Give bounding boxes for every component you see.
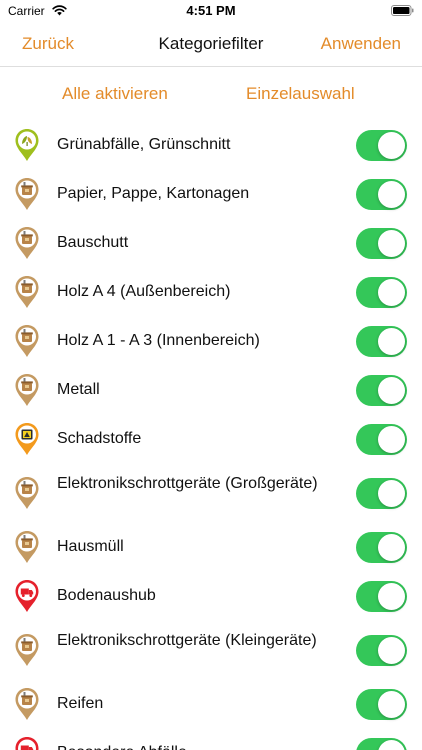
category-toggle[interactable] <box>356 179 407 210</box>
category-label: Schadstoffe <box>57 430 142 447</box>
category-row: Grünabfälle, Grünschnitt <box>0 121 422 170</box>
single-select-button[interactable]: Einzelauswahl <box>246 84 355 104</box>
green-waste-pin-icon <box>14 128 40 162</box>
category-label: Bodenaushub <box>57 587 156 604</box>
category-label: Papier, Pappe, Kartonagen <box>57 185 250 202</box>
category-toggle[interactable] <box>356 424 407 455</box>
selection-actions: Alle aktivieren Einzelauswahl <box>0 67 422 121</box>
category-toggle[interactable] <box>356 326 407 357</box>
container-pin-icon <box>14 324 40 358</box>
category-label: Holz A 4 (Außenbereich) <box>57 283 231 300</box>
toggle-knob <box>378 230 405 257</box>
category-toggle[interactable] <box>356 228 407 259</box>
toggle-knob <box>378 132 405 159</box>
navigation-bar: Zurück Kategoriefilter Anwenden <box>0 22 422 67</box>
toggle-knob <box>378 637 405 664</box>
category-label: Reifen <box>57 695 104 712</box>
hazardous-pin-icon <box>14 422 40 456</box>
category-toggle[interactable] <box>356 581 407 612</box>
category-row: Besondere Abfälle <box>0 729 422 750</box>
toggle-knob <box>378 691 405 718</box>
status-bar: Carrier 4:51 PM <box>0 0 422 22</box>
category-toggle[interactable] <box>356 532 407 563</box>
category-row: Reifen <box>0 680 422 729</box>
toggle-knob <box>378 740 405 750</box>
toggle-knob <box>378 426 405 453</box>
category-list: Grünabfälle, Grünschnitt Papier, Pappe, K… <box>0 121 422 750</box>
toggle-knob <box>378 534 405 561</box>
category-row: Bauschutt <box>0 219 422 268</box>
apply-button[interactable]: Anwenden <box>321 34 401 54</box>
category-toggle[interactable] <box>356 375 407 406</box>
category-row: Elektronikschrottgeräte (Großgeräte) <box>0 464 422 523</box>
category-row: Bodenaushub <box>0 572 422 621</box>
category-label: Besondere Abfälle <box>57 743 342 750</box>
category-label: Holz A 1 - A 3 (Innenbereich) <box>57 332 260 349</box>
category-row: Schadstoffe <box>0 415 422 464</box>
toggle-knob <box>378 181 405 208</box>
category-label: Hausmüll <box>57 538 124 555</box>
battery-icon <box>391 5 414 16</box>
category-toggle[interactable] <box>356 738 407 750</box>
category-row: Papier, Pappe, Kartonagen <box>0 170 422 219</box>
category-label: Bauschutt <box>57 234 129 251</box>
truck-pin-icon <box>14 736 40 750</box>
category-row: Hausmüll <box>0 523 422 572</box>
category-row: Holz A 4 (Außenbereich) <box>0 268 422 317</box>
category-label: Elektronikschrottgeräte (Kleingeräte) <box>57 632 317 649</box>
category-row: Metall <box>0 366 422 415</box>
category-filter-screen: Carrier 4:51 PM Zurück Kategoriefilter A… <box>0 0 422 750</box>
container-pin-icon <box>14 226 40 260</box>
clock: 4:51 PM <box>186 3 236 18</box>
category-toggle[interactable] <box>356 130 407 161</box>
container-pin-icon <box>14 687 40 721</box>
category-toggle[interactable] <box>356 277 407 308</box>
category-toggle[interactable] <box>356 635 407 666</box>
container-pin-icon <box>14 275 40 309</box>
toggle-knob <box>378 480 405 507</box>
truck-pin-icon <box>14 579 40 613</box>
category-label: Metall <box>57 381 100 398</box>
category-row: Holz A 1 - A 3 (Innenbereich) <box>0 317 422 366</box>
toggle-knob <box>378 377 405 404</box>
container-pin-icon <box>14 530 40 564</box>
container-pin-icon <box>14 177 40 211</box>
container-pin-icon <box>14 373 40 407</box>
toggle-knob <box>378 328 405 355</box>
toggle-knob <box>378 583 405 610</box>
category-row: Elektronikschrottgeräte (Kleingeräte) <box>0 621 422 680</box>
category-label: Elektronikschrottgeräte (Großgeräte) <box>57 475 318 492</box>
container-pin-icon <box>14 633 40 667</box>
category-label: Grünabfälle, Grünschnitt <box>57 136 231 153</box>
category-toggle[interactable] <box>356 689 407 720</box>
enable-all-button[interactable]: Alle aktivieren <box>62 84 168 104</box>
category-toggle[interactable] <box>356 478 407 509</box>
toggle-knob <box>378 279 405 306</box>
container-pin-icon <box>14 476 40 510</box>
